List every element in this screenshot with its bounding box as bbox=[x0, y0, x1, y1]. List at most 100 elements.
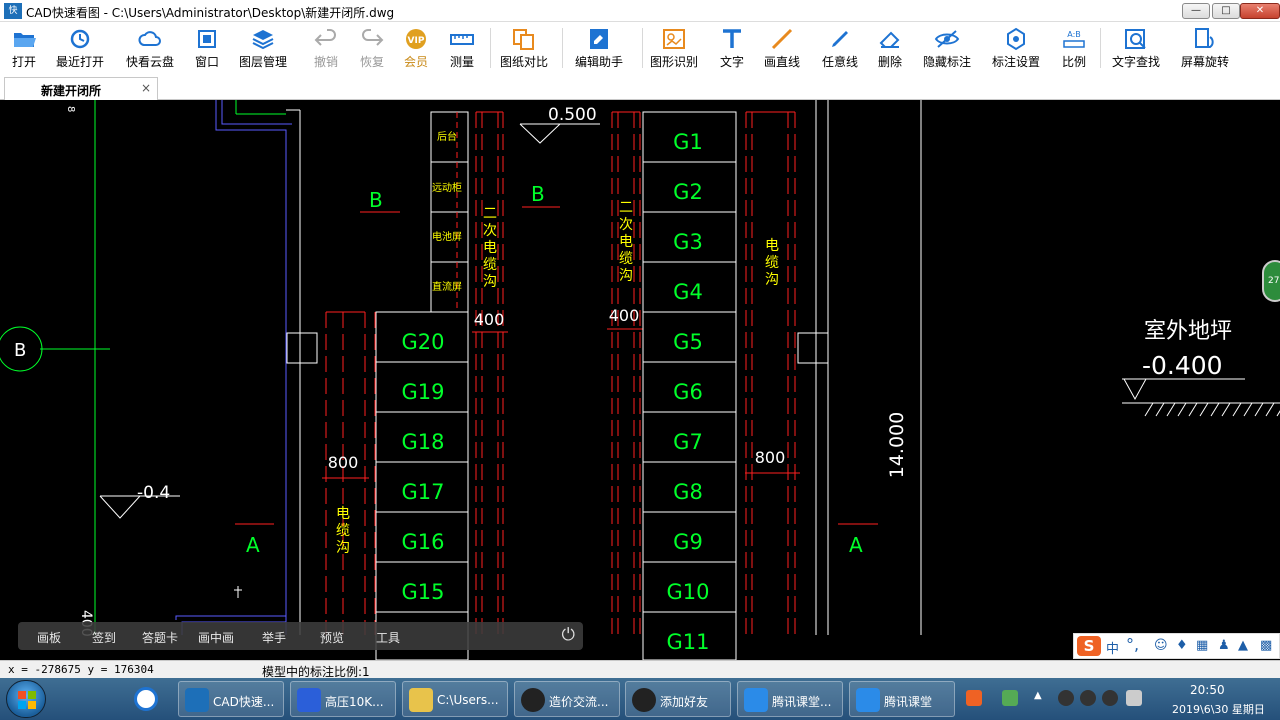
minimize-button[interactable]: — bbox=[1182, 3, 1210, 19]
tray-expand-icon[interactable]: ▲ bbox=[1034, 690, 1050, 706]
grid-icon[interactable]: ▩ bbox=[1260, 638, 1272, 653]
toolbar-layers-button[interactable]: 图层管理 bbox=[235, 25, 291, 73]
live-tool-4[interactable]: 举手 bbox=[262, 629, 286, 646]
right-cabinet-label: G6 bbox=[673, 380, 703, 404]
live-tool-5[interactable]: 预览 bbox=[320, 629, 344, 646]
network-icon[interactable] bbox=[1126, 690, 1142, 706]
toolbar-window-button[interactable]: 窗口 bbox=[187, 25, 227, 73]
tab-close-icon[interactable]: × bbox=[141, 81, 151, 95]
qq-tray-icon[interactable] bbox=[1102, 690, 1118, 706]
right-cabinet-label: G7 bbox=[673, 430, 703, 454]
toolbar-scale-button[interactable]: A:B 比例 bbox=[1054, 25, 1094, 73]
tab-drawing[interactable]: 新建开闭所 × bbox=[4, 77, 158, 100]
secondary-trench-label: 沟 bbox=[483, 274, 497, 290]
small-cabinet-label: 电池屏 bbox=[432, 230, 462, 243]
sogou-tray-icon[interactable] bbox=[966, 690, 982, 706]
power-icon[interactable]: ⏻ bbox=[562, 625, 575, 645]
toolbar-hide-label: 隐藏标注 bbox=[922, 55, 971, 69]
keyboard-icon[interactable]: ▦ bbox=[1196, 638, 1208, 653]
pen-icon bbox=[832, 31, 848, 47]
dim-800-left: 800 bbox=[328, 453, 359, 472]
toolbar-recent-button[interactable]: 最近打开 bbox=[52, 25, 108, 73]
sogou-logo[interactable]: S bbox=[1077, 636, 1101, 656]
toolbar-text-label: 文字 bbox=[719, 55, 744, 69]
live-tool-0[interactable]: 画板 bbox=[37, 629, 61, 646]
taskbar-item-5[interactable]: 腾讯课堂... bbox=[737, 681, 843, 717]
toolbar-rotate-button[interactable]: 屏幕旋转 bbox=[1177, 25, 1233, 73]
ground-marker bbox=[1123, 378, 1147, 401]
toolbar-redo-button[interactable]: 恢复 bbox=[352, 25, 392, 73]
clock-time[interactable]: 20:50 bbox=[1190, 683, 1225, 697]
side-badge[interactable]: 27 bbox=[1262, 260, 1280, 302]
maximize-button[interactable]: □ bbox=[1212, 3, 1240, 19]
cable-trench-label: 电 bbox=[765, 238, 779, 254]
drawing-canvas[interactable]: B 8 -0.4 A A B B 后台 远动柜 电池屏 直流屏 G20 G19 G18 G17 G16 G15 8… bbox=[0, 100, 1280, 660]
toolbar-find-button[interactable]: 文字查找 bbox=[1108, 25, 1164, 73]
taskbar-item-0[interactable]: CAD快速... bbox=[178, 681, 284, 717]
wall-outline bbox=[221, 100, 292, 125]
section-A-left: A bbox=[246, 533, 260, 557]
live-tool-1[interactable]: 签到 bbox=[92, 629, 116, 646]
main-toolbar: 打开 最近打开 快看云盘 窗口 图层管理 撤销 恢复 VIP 会员 测量 图纸对比 编辑助手 图形识别 文… bbox=[0, 22, 1280, 76]
taskbar-item-label: CAD快速... bbox=[213, 695, 275, 709]
left-cabinet-label: G19 bbox=[402, 380, 445, 404]
battery-icon[interactable] bbox=[1002, 690, 1018, 706]
qq-tray-icon[interactable] bbox=[1058, 690, 1074, 706]
clock-date[interactable]: 2019\6\30 星期日 bbox=[1172, 701, 1265, 717]
live-tool-6[interactable]: 工具 bbox=[376, 629, 400, 646]
dim-settings-icon bbox=[1007, 27, 1025, 51]
ime-toolbar: S 中 °, ☺ ♦ ▦ ♟ ▲ ▩ bbox=[1073, 633, 1280, 659]
ime-language[interactable]: 中 bbox=[1106, 638, 1119, 657]
mic-icon[interactable]: ♦ bbox=[1176, 638, 1188, 653]
taskbar-item-4[interactable]: 添加好友 bbox=[625, 681, 731, 717]
punct-icon[interactable]: °, bbox=[1126, 635, 1139, 654]
taskbar-item-label: 腾讯课堂 bbox=[884, 695, 933, 709]
system-tray: ▲ 20:50 2019\6\30 星期日 bbox=[962, 678, 1280, 720]
live-tool-2[interactable]: 答题卡 bbox=[142, 629, 178, 646]
toolbar-open-label: 打开 bbox=[11, 55, 36, 69]
start-button[interactable] bbox=[6, 680, 46, 718]
secondary-trench-label: 沟 bbox=[619, 268, 633, 284]
toolbar-freeline-label: 任意线 bbox=[821, 55, 858, 69]
toolbar-line-button[interactable]: 画直线 bbox=[757, 25, 807, 73]
skin-icon[interactable]: ♟ bbox=[1218, 638, 1230, 653]
shirt-icon[interactable]: ▲ bbox=[1238, 638, 1248, 653]
toolbar-text-button[interactable]: 文字 bbox=[712, 25, 752, 73]
dim-800-right: 800 bbox=[755, 448, 786, 467]
section-B-mid: B bbox=[531, 182, 545, 206]
live-tool-3[interactable]: 画中画 bbox=[198, 629, 234, 646]
scale-icon: A:B bbox=[1063, 30, 1085, 48]
toolbar-dimset-button[interactable]: 标注设置 bbox=[988, 25, 1044, 73]
toolbar-cloud-button[interactable]: 快看云盘 bbox=[122, 25, 178, 73]
toolbar-erase-button[interactable]: 删除 bbox=[870, 25, 910, 73]
toolbar-hide-button[interactable]: 隐藏标注 bbox=[919, 25, 975, 73]
toolbar-find-label: 文字查找 bbox=[1111, 55, 1160, 69]
toolbar-measure-button[interactable]: 测量 bbox=[442, 25, 482, 73]
status-bar: x = -278675 y = 176304 模型中的标注比例:1 bbox=[0, 660, 1280, 679]
taskbar-sogou-browser[interactable] bbox=[126, 681, 170, 717]
ground-hatch bbox=[1155, 402, 1165, 417]
emoji-icon[interactable]: ☺ bbox=[1154, 638, 1168, 653]
cable-trench-label: 沟 bbox=[765, 272, 779, 288]
qq-tray-icon[interactable] bbox=[1080, 690, 1096, 706]
toolbar-vip-button[interactable]: VIP 会员 bbox=[396, 25, 436, 73]
left-cabinet-label: G18 bbox=[402, 430, 445, 454]
toolbar-layers-label: 图层管理 bbox=[238, 55, 287, 69]
secondary-trench-label: 二 bbox=[483, 206, 497, 222]
ground-hatch bbox=[1144, 402, 1154, 417]
right-cabinet-label: G9 bbox=[673, 530, 703, 554]
toolbar-assistant-button[interactable]: 编辑助手 bbox=[571, 25, 627, 73]
text-icon bbox=[723, 29, 741, 48]
toolbar-recognize-button[interactable]: 图形识别 bbox=[646, 25, 702, 73]
cable-trench-label: 沟 bbox=[336, 540, 350, 556]
taskbar-item-3[interactable]: 造价交流... bbox=[514, 681, 620, 717]
taskbar-item-1[interactable]: 高压10K... bbox=[290, 681, 396, 717]
close-button[interactable]: ✕ bbox=[1240, 3, 1280, 19]
svg-text:VIP: VIP bbox=[408, 36, 425, 46]
toolbar-freeline-button[interactable]: 任意线 bbox=[815, 25, 865, 73]
taskbar-item-6[interactable]: 腾讯课堂 bbox=[849, 681, 955, 717]
toolbar-compare-button[interactable]: 图纸对比 bbox=[496, 25, 552, 73]
toolbar-open-button[interactable]: 打开 bbox=[4, 25, 44, 73]
toolbar-undo-button[interactable]: 撤销 bbox=[306, 25, 346, 73]
taskbar-item-2[interactable]: C:\Users... bbox=[402, 681, 508, 717]
